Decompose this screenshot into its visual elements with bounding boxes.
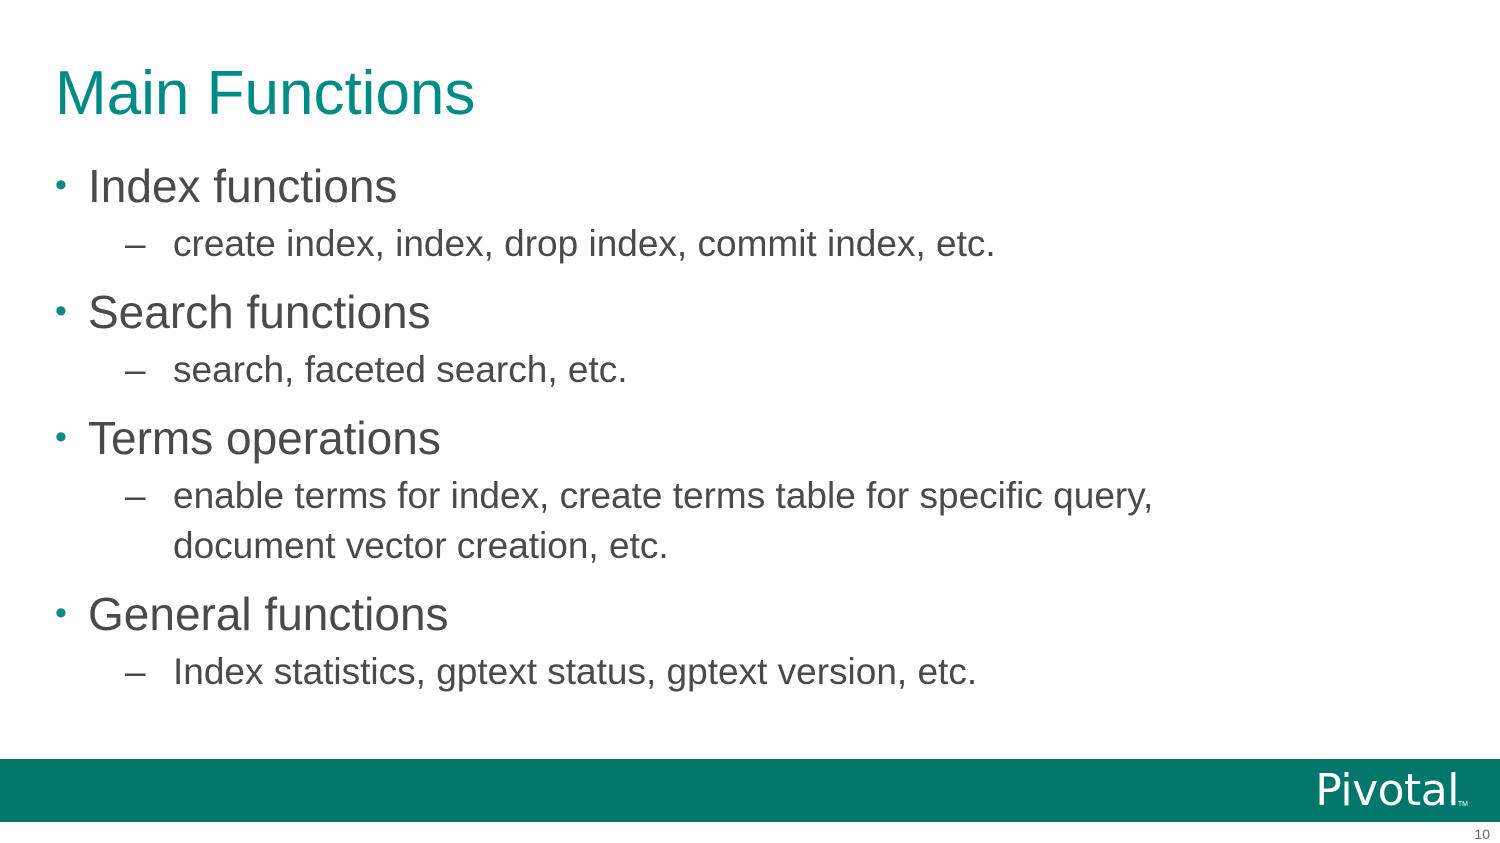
- pivotal-logo: Pivotal: [1315, 765, 1459, 816]
- slide-title: Main Functions: [55, 59, 476, 128]
- bullet-text: General functions: [88, 588, 449, 640]
- bullet-item: • Index functions – create index, index,…: [55, 158, 1355, 269]
- bullet-text: Search functions: [88, 286, 431, 338]
- bullet-text: Index functions: [88, 160, 398, 212]
- sub-bullet-text: search, faceted search, etc.: [173, 349, 628, 390]
- footer-bar: Pivotal TM: [0, 759, 1500, 822]
- dash-icon: –: [125, 223, 146, 264]
- dash-icon: –: [125, 651, 146, 692]
- bullet-list: • Index functions – create index, index,…: [55, 158, 1355, 712]
- bullet-item: • Search functions – search, faceted sea…: [55, 284, 1355, 395]
- trademark-mark: TM: [1457, 801, 1468, 808]
- bullet-icon: •: [55, 292, 67, 330]
- bullet-icon: •: [55, 594, 67, 632]
- bullet-icon: •: [55, 166, 67, 204]
- sub-bullet-text: Index statistics, gptext status, gptext …: [173, 651, 978, 692]
- page-number: 10: [1474, 826, 1490, 842]
- sub-bullet-text: create index, index, drop index, commit …: [173, 223, 996, 264]
- bullet-text: Terms operations: [88, 412, 441, 464]
- bullet-item: • Terms operations – enable terms for in…: [55, 410, 1355, 571]
- bullet-icon: •: [55, 418, 67, 456]
- dash-icon: –: [125, 349, 146, 390]
- dash-icon: –: [125, 475, 146, 516]
- bullet-item: • General functions – Index statistics, …: [55, 586, 1355, 697]
- sub-bullet-text: enable terms for index, create terms tab…: [173, 475, 1154, 566]
